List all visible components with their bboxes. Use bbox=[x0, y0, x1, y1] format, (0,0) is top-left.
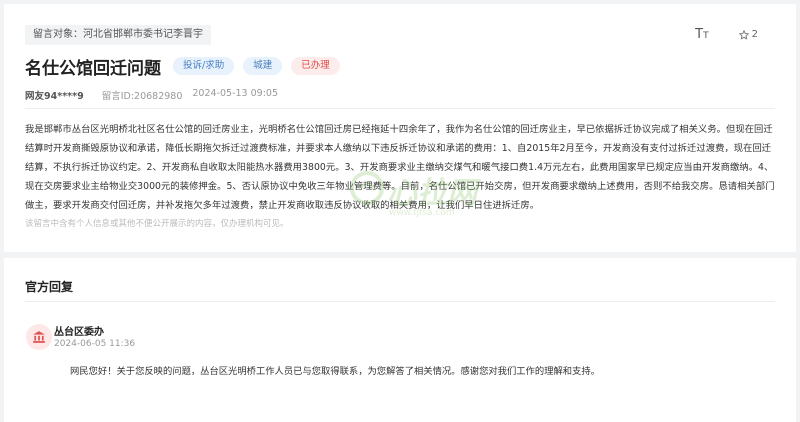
message-meta: 网友94****9 留言ID:20682980 2024-05-13 09:05 bbox=[25, 88, 278, 102]
status-badge: 已办理 bbox=[291, 57, 340, 75]
favorite-count: 2 bbox=[751, 29, 758, 40]
reply-divider bbox=[25, 301, 775, 302]
reply-section-title: 官方回复 bbox=[25, 280, 74, 294]
target-tag: 留言对象：河北省邯郸市委书记李晋宇 bbox=[25, 25, 211, 45]
target-value: 河北省邯郸市委书记李晋宇 bbox=[83, 29, 203, 40]
message-id: 留言ID:20682980 bbox=[101, 91, 183, 102]
favorite-button[interactable]: 2 bbox=[738, 29, 758, 40]
reply-time: 2024-06-05 11:36 bbox=[54, 339, 136, 349]
reply-text: 网民您好！关于您反映的问题，丛台区光明桥工作人员已与您取得联系，为您解答了相关情… bbox=[70, 366, 600, 377]
font-size-icon[interactable]: TT bbox=[695, 28, 708, 41]
category-badge: 投诉/求助 bbox=[173, 57, 235, 75]
message-date: 2024-05-13 09:05 bbox=[192, 88, 278, 99]
tools: TT 2 bbox=[695, 28, 758, 41]
government-building-icon bbox=[33, 331, 45, 343]
department-avatar bbox=[26, 324, 52, 350]
privacy-note: 该留言中含有个人信息或其他不便公开展示的内容，仅办理机构可见。 bbox=[25, 219, 289, 229]
user-name: 网友94****9 bbox=[25, 91, 84, 102]
target-label: 留言对象： bbox=[33, 29, 83, 40]
divider bbox=[25, 108, 775, 109]
topic-badge: 城建 bbox=[243, 57, 283, 75]
message-content: 我是邯郸市丛台区光明桥北社区名仕公馆的回迁房业主，光明桥名仕公馆回迁房已经拖延十… bbox=[25, 124, 775, 211]
message-card: 留言对象：河北省邯郸市委书记李晋宇 TT 2 名仕公馆回迁问题 投诉/求助 城建… bbox=[4, 4, 796, 252]
star-icon bbox=[738, 29, 749, 40]
title-row: 名仕公馆回迁问题 投诉/求助 城建 已办理 bbox=[25, 54, 349, 79]
page-title: 名仕公馆回迁问题 bbox=[25, 58, 161, 79]
department-name: 丛台区委办 bbox=[54, 327, 104, 338]
reply-card: 官方回复 丛台区委办 2024-06-05 11:36 网民您好！关于您反映的问… bbox=[4, 258, 796, 422]
